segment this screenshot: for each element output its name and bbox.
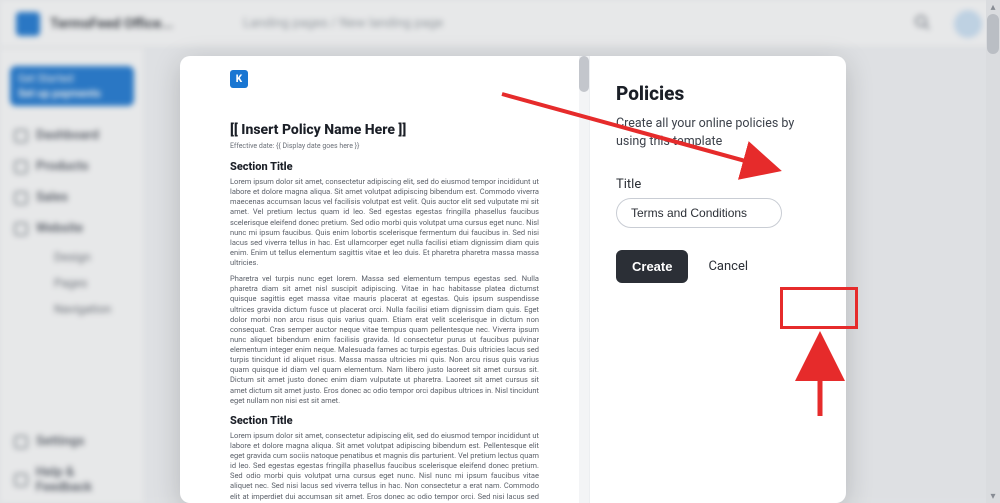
doc-paragraph: Lorem ipsum dolor sit amet, consectetur … <box>230 431 539 503</box>
annotation-arrow-title <box>492 88 792 228</box>
form-actions: Create Cancel <box>616 250 820 283</box>
preview-scroll-thumb[interactable] <box>579 56 589 92</box>
annotation-arrow-create <box>800 330 840 420</box>
create-button[interactable]: Create <box>616 250 688 283</box>
cancel-button[interactable]: Cancel <box>708 259 748 274</box>
doc-paragraph: Pharetra vel turpis nunc eget lorem. Mas… <box>230 274 539 406</box>
doc-section-title: Section Title <box>230 414 539 427</box>
doc-logo-icon: K <box>230 70 248 88</box>
